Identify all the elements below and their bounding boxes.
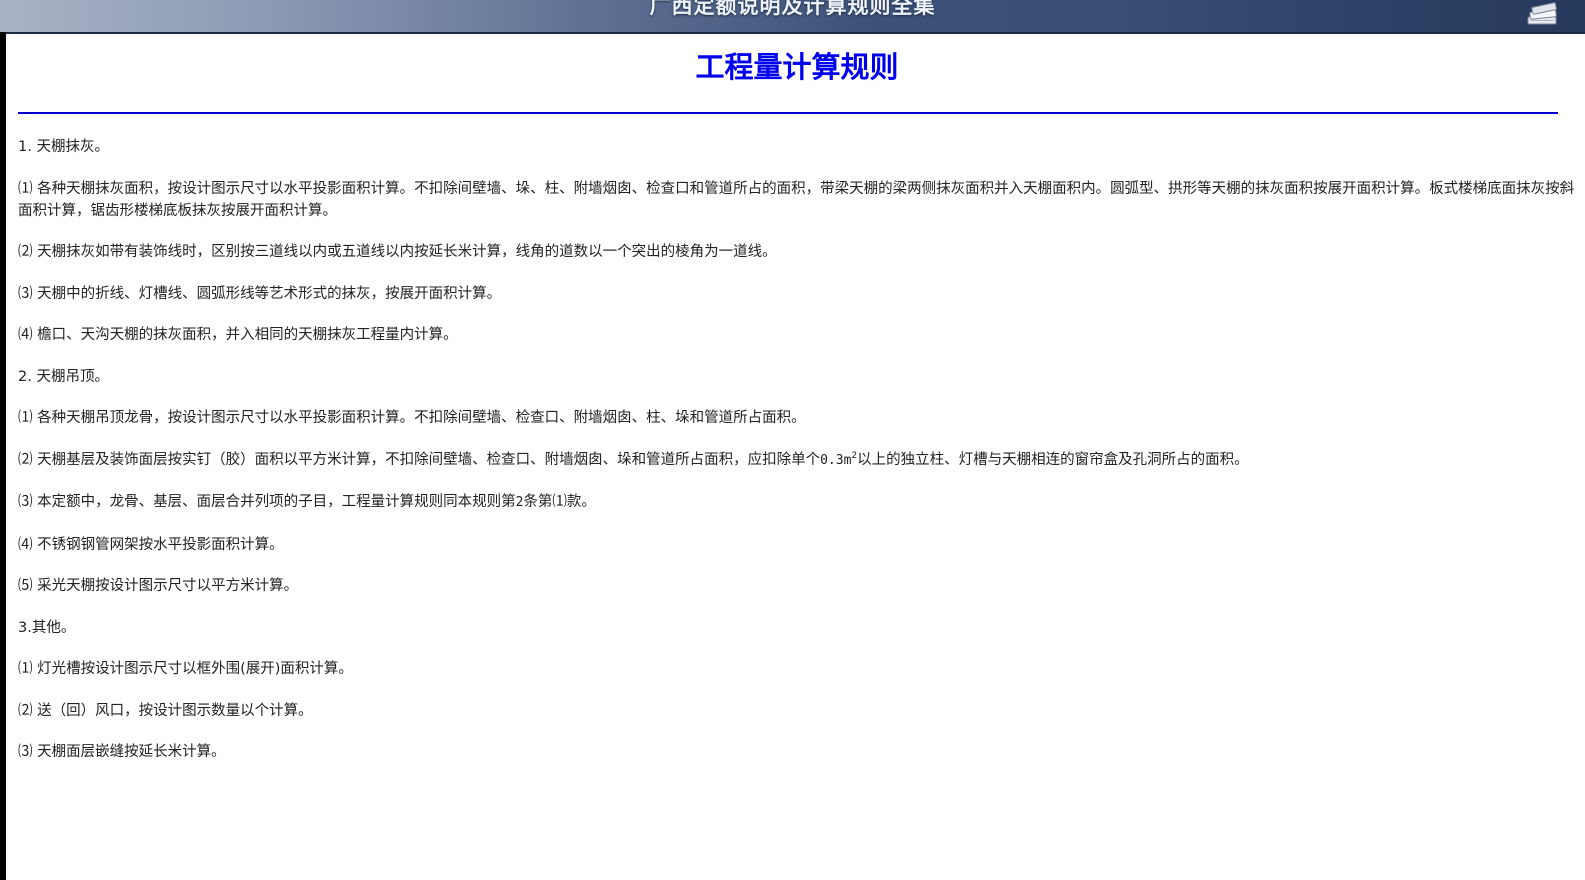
- rule-paragraph: ⑵ 天棚抹灰如带有装饰线时，区别按三道线以内或五道线以内按延长米计算，线角的道数…: [18, 244, 777, 260]
- section-heading-2: 2. 天棚吊顶。: [18, 368, 109, 385]
- document-content: 工程量计算规则 1. 天棚抹灰。 ⑴ 各种天棚抹灰面积，按设计图示尺寸以水平投影…: [18, 32, 1576, 783]
- rule-paragraph: ⑸ 采光天棚按设计图示尺寸以平方米计算。: [18, 578, 299, 594]
- rule-paragraph: ⑷ 不锈钢钢管网架按水平投影面积计算。: [18, 536, 284, 553]
- banner-title: 广西定额说明及计算规则全集: [649, 0, 936, 18]
- rule-paragraph: ⑶ 本定额中，龙骨、基层、面层合并列项的子目，工程量计算规则同本规则第2条第⑴款…: [18, 491, 1576, 514]
- section-heading-1: 1. 天棚抹灰。: [18, 139, 109, 155]
- rule-paragraph: ⑵ 天棚基层及装饰面层按实钉（胶）面积以平方米计算，不扣除间壁墙、检查口、附墙烟…: [18, 449, 1576, 472]
- left-border: [0, 32, 6, 880]
- title-divider: [18, 112, 1558, 114]
- rule-paragraph: ⑶ 天棚中的折线、灯槽线、圆弧形线等艺术形式的抹灰，按展开面积计算。: [18, 285, 502, 302]
- rule-paragraph: ⑴ 灯光槽按设计图示尺寸以框外围(展开)面积计算。: [18, 661, 353, 677]
- rule-text: 条第⑴款。: [523, 494, 596, 510]
- page-title: 工程量计算规则: [695, 50, 899, 84]
- rule-paragraph: ⑴ 各种天棚吊顶龙骨，按设计图示尺寸以水平投影面积计算。不扣除间壁墙、检查口、附…: [18, 410, 806, 426]
- rule-text: ⑶ 本定额中，龙骨、基层、面层合并列项的子目，工程量计算规则同本规则第: [18, 494, 516, 510]
- rule-paragraph: ⑷ 檐口、天沟天棚的抹灰面积，并入相同的天棚抹灰工程量内计算。: [18, 327, 458, 343]
- rule-paragraph: ⑶ 天棚面层嵌缝按延长米计算。: [18, 744, 226, 760]
- rule-paragraph: ⑴ 各种天棚抹灰面积，按设计图示尺寸以水平投影面积计算。不扣除间壁墙、垛、柱、附…: [18, 180, 1575, 219]
- rules-body: 1. 天棚抹灰。 ⑴ 各种天棚抹灰面积，按设计图示尺寸以水平投影面积计算。不扣除…: [18, 136, 1576, 763]
- rule-text: 以上的独立柱、灯槽与天棚相连的窗帘盒及孔洞所占的面积。: [857, 451, 1249, 468]
- section-heading-3: 3.其他。: [18, 619, 76, 636]
- rule-text: ⑵ 天棚基层及装饰面层按实钉（胶）面积以平方米计算，不扣除间壁墙、检查口、附墙烟…: [18, 451, 821, 468]
- top-banner: 广西定额说明及计算规则全集: [0, 0, 1585, 34]
- books-stack-icon[interactable]: [1525, 2, 1561, 28]
- area-value: 0.3m: [820, 452, 852, 468]
- rule-paragraph: ⑵ 送（回）风口，按设计图示数量以个计算。: [18, 702, 313, 719]
